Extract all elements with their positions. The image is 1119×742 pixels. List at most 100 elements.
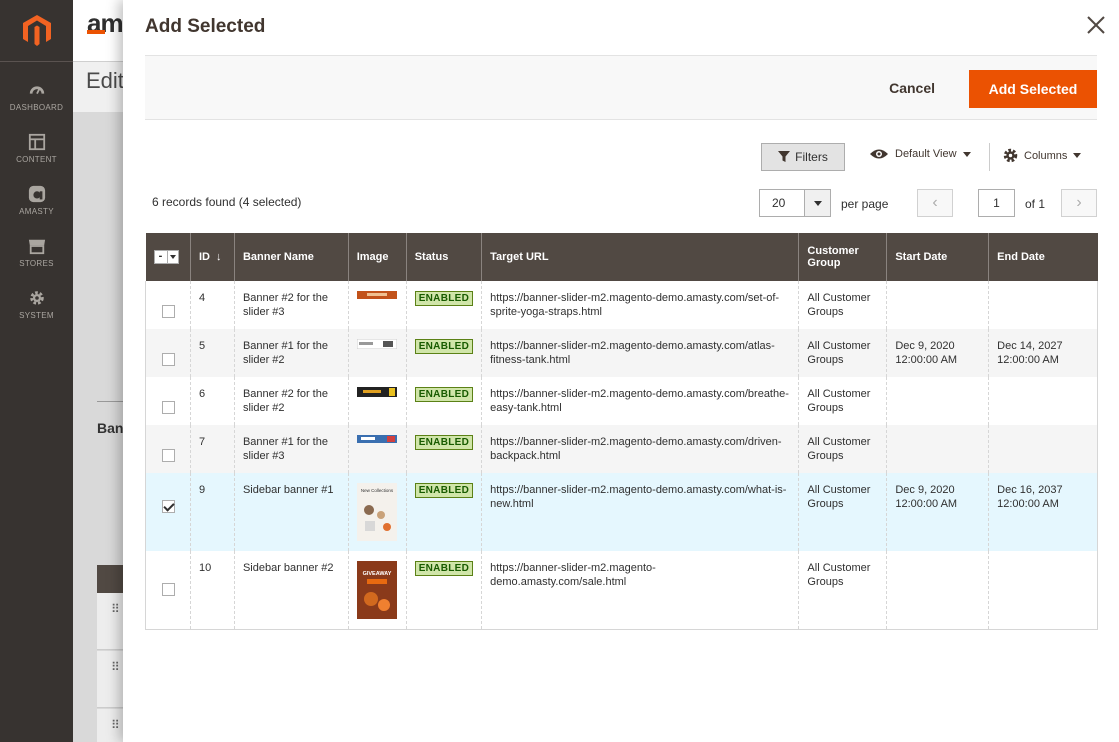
status-badge: ENABLED	[414, 561, 474, 576]
row-checkbox[interactable]	[162, 305, 175, 318]
cell-banner-name: Banner #2 for the slider #2	[233, 377, 349, 425]
banner-thumbnail	[356, 291, 397, 299]
cell-end-date	[988, 425, 1098, 473]
drag-handle-icon: ⠿	[111, 718, 120, 732]
cell-image	[347, 377, 407, 425]
cell-banner-name: Banner #1 for the slider #2	[233, 329, 349, 377]
previous-page-button[interactable]: ‹	[917, 189, 953, 217]
dashboard-icon	[29, 85, 44, 94]
drag-handle-icon: ⠿	[111, 602, 120, 616]
chevron-down-icon	[962, 151, 971, 157]
cell-status: ENABLED	[405, 473, 482, 551]
drag-handle-icon: ⠿	[111, 660, 120, 674]
banners-grid: - ID ↓ Banner Name Image Status Target UR…	[145, 233, 1098, 630]
minus-icon: -	[158, 250, 163, 262]
cell-status: ENABLED	[405, 281, 482, 329]
cell-customer-group: All Customer Groups	[798, 329, 887, 377]
cell-banner-name: Sidebar banner #2	[233, 551, 349, 630]
status-badge: ENABLED	[414, 483, 474, 498]
row-checkbox[interactable]	[162, 500, 175, 513]
column-header-image[interactable]: Image	[347, 233, 407, 281]
row-checkbox[interactable]	[162, 449, 175, 462]
table-row[interactable]: 4 Banner #2 for the slider #3 ENABLED ht…	[145, 281, 1098, 329]
page-number-input[interactable]: 1	[978, 189, 1015, 217]
row-select-cell	[145, 281, 191, 329]
records-found: 6 records found (4 selected)	[152, 195, 302, 209]
banner-thumbnail: GIVEAWAY	[356, 561, 397, 619]
column-header-target-url[interactable]: Target URL	[481, 233, 799, 281]
column-header-end-date[interactable]: End Date	[988, 233, 1098, 281]
default-view-label: Default View	[895, 148, 957, 160]
per-page-toggle[interactable]	[804, 190, 830, 216]
sidebar-item-content[interactable]: CONTENT	[0, 122, 73, 174]
cell-customer-group: All Customer Groups	[798, 425, 887, 473]
sidebar-item-label: DASHBOARD	[9, 102, 64, 112]
filters-label: Filters	[795, 150, 828, 164]
default-view-dropdown[interactable]: Default View	[869, 148, 971, 160]
row-checkbox[interactable]	[162, 583, 175, 596]
admin-sidebar: DASHBOARD CONTENT AMASTY STORES SYSTEM	[0, 0, 73, 742]
cell-customer-group: All Customer Groups	[798, 281, 887, 329]
magento-logo[interactable]	[0, 0, 73, 62]
mass-select-toggle[interactable]	[166, 251, 178, 263]
next-page-button[interactable]: ›	[1061, 189, 1097, 217]
cell-end-date	[988, 551, 1098, 630]
row-checkbox[interactable]	[162, 401, 175, 414]
sort-arrow-down-icon: ↓	[215, 251, 222, 263]
table-row[interactable]: 6 Banner #2 for the slider #2 ENABLED ht…	[145, 377, 1098, 425]
sidebar-item-dashboard[interactable]: DASHBOARD	[0, 70, 73, 122]
cell-customer-group: All Customer Groups	[798, 377, 887, 425]
cell-image	[347, 425, 407, 473]
table-row[interactable]: 10 Sidebar banner #2 GIVEAWAY ENABLED ht…	[145, 551, 1098, 630]
sidebar-item-label: SYSTEM	[19, 310, 54, 320]
table-row[interactable]: 9 Sidebar banner #1 New Collections ENAB…	[145, 473, 1098, 551]
chevron-down-icon	[169, 255, 176, 259]
mass-select-control[interactable]: -	[153, 250, 179, 264]
stores-icon	[28, 239, 45, 254]
cell-target-url: https://banner-slider-m2.magento-demo.am…	[481, 377, 799, 425]
banner-thumbnail	[356, 387, 397, 397]
cell-customer-group: All Customer Groups	[798, 473, 887, 551]
add-selected-button[interactable]: Add Selected	[969, 70, 1097, 108]
table-row[interactable]: 5 Banner #1 for the slider #2 ENABLED ht…	[145, 329, 1098, 377]
sidebar-item-stores[interactable]: STORES	[0, 226, 73, 278]
cell-start-date	[886, 551, 989, 630]
grid-toolbar: Filters Default View Columns	[145, 143, 1097, 171]
thumbnail-text: New Collections	[361, 488, 394, 493]
cell-status: ENABLED	[405, 425, 482, 473]
cell-id: 7	[189, 425, 235, 473]
columns-dropdown[interactable]: Columns	[1003, 148, 1082, 163]
chevron-down-icon	[1073, 153, 1082, 158]
cell-image	[347, 329, 407, 377]
close-icon	[1087, 16, 1105, 34]
cell-start-date: Dec 9, 2020 12:00:00 AM	[886, 473, 989, 551]
table-row[interactable]: 7 Banner #1 for the slider #3 ENABLED ht…	[145, 425, 1098, 473]
sidebar-item-amasty[interactable]: AMASTY	[0, 174, 73, 226]
banner-thumbnail	[356, 435, 397, 443]
background-section-title: Ban	[97, 420, 124, 436]
column-header-start-date[interactable]: Start Date	[886, 233, 989, 281]
gear-icon	[1003, 148, 1018, 163]
close-button[interactable]	[1085, 14, 1107, 36]
modal-actions-bar: Cancel Add Selected	[145, 55, 1097, 120]
row-select-cell	[145, 329, 191, 377]
column-header-banner-name[interactable]: Banner Name	[233, 233, 349, 281]
cell-status: ENABLED	[405, 377, 482, 425]
filters-button[interactable]: Filters	[761, 143, 845, 171]
cancel-button[interactable]: Cancel	[877, 74, 947, 102]
eye-icon	[870, 149, 888, 159]
thumbnail-text: GIVEAWAY	[362, 571, 391, 577]
chevron-right-icon: ›	[1076, 194, 1082, 211]
amasty-icon	[28, 185, 45, 202]
column-header-status[interactable]: Status	[405, 233, 482, 281]
per-page-label: per page	[841, 197, 889, 211]
column-header-customer-group[interactable]: Customer Group	[798, 233, 887, 281]
per-page-select[interactable]: 20	[759, 189, 831, 217]
cell-target-url: https://banner-slider-m2.magento-demo.am…	[481, 281, 799, 329]
sidebar-item-system[interactable]: SYSTEM	[0, 278, 73, 330]
magento-logo-icon	[22, 14, 51, 46]
row-checkbox[interactable]	[162, 353, 175, 366]
brand-logo-text: am	[87, 8, 124, 38]
column-header-id[interactable]: ID ↓	[189, 233, 235, 281]
cell-banner-name: Sidebar banner #1	[233, 473, 349, 551]
